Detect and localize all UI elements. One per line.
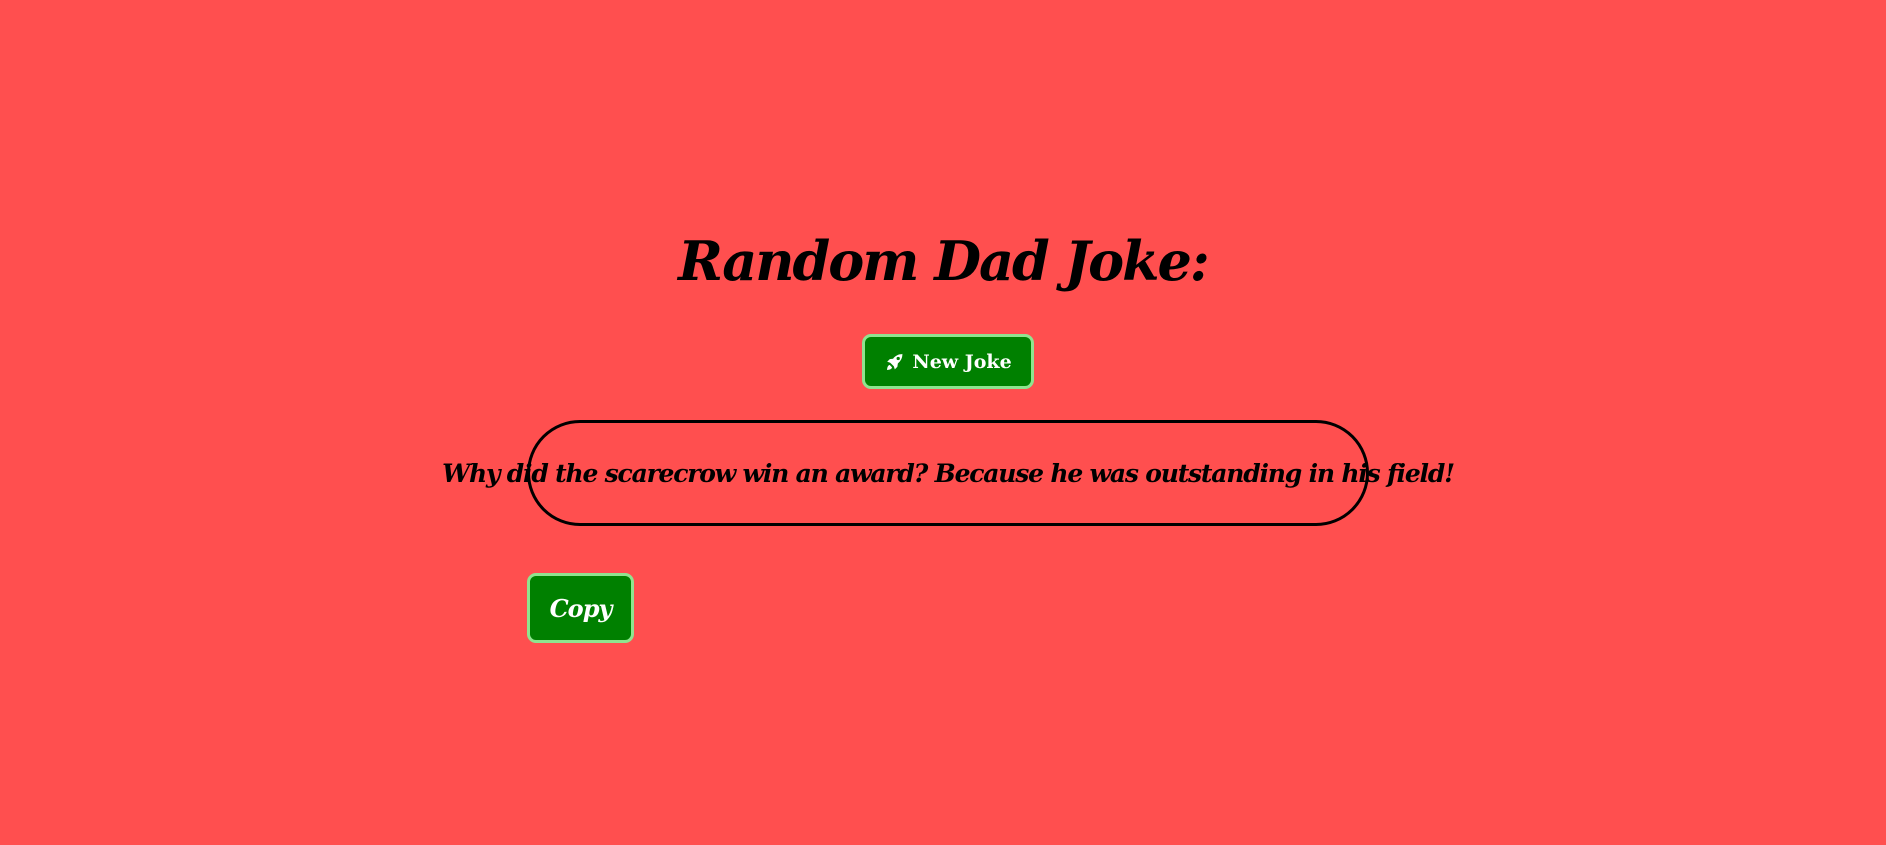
joke-text: Why did the scarecrow win an award? Beca… xyxy=(442,458,1455,488)
joke-container: Why did the scarecrow win an award? Beca… xyxy=(442,420,1455,526)
page-title: Random Dad Joke: xyxy=(678,229,1210,293)
copy-label: Copy xyxy=(549,593,613,623)
new-joke-label: New Joke xyxy=(912,350,1012,373)
page: Random Dad Joke: New Joke Why did the sc… xyxy=(0,0,1886,845)
rocket-icon xyxy=(884,351,906,373)
copy-button[interactable]: Copy xyxy=(527,573,634,643)
new-joke-button[interactable]: New Joke xyxy=(862,334,1034,389)
